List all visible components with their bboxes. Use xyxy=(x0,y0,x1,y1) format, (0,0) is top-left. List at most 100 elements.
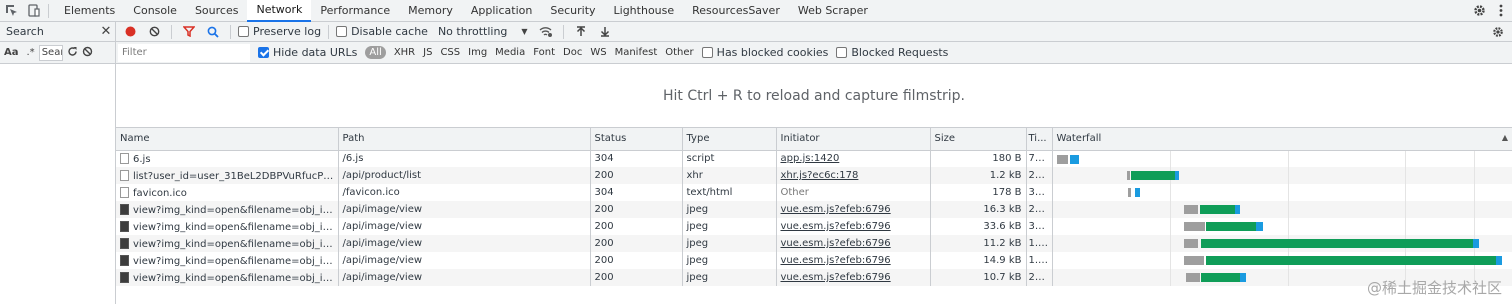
request-time: 25... xyxy=(1026,269,1053,286)
device-toolbar-icon[interactable] xyxy=(22,0,44,22)
column-header-path[interactable]: Path xyxy=(338,128,591,151)
request-initiator[interactable]: vue.esm.js?efeb:6796 xyxy=(781,272,891,283)
filter-type-manifest[interactable]: Manifest xyxy=(615,47,658,58)
filter-type-other[interactable]: Other xyxy=(665,47,693,58)
waterfall-gridline xyxy=(1473,201,1475,218)
tab-console[interactable]: Console xyxy=(124,0,186,22)
devtools-right-controls xyxy=(1468,0,1512,22)
tab-security[interactable]: Security xyxy=(541,0,604,22)
tab-sources[interactable]: Sources xyxy=(186,0,248,22)
clear-icon[interactable] xyxy=(144,22,164,42)
table-header-row: Name Path Status Type Initiator Size Ti.… xyxy=(116,128,1512,151)
table-row[interactable]: view?img_kind=open&filename=obj_imgope..… xyxy=(116,218,1512,235)
request-initiator[interactable]: xhr.js?ec6c:178 xyxy=(781,170,859,181)
request-initiator-cell: vue.esm.js?efeb:6796 xyxy=(776,269,931,286)
request-initiator-cell: xhr.js?ec6c:178 xyxy=(776,167,931,184)
tab-elements[interactable]: Elements xyxy=(55,0,124,22)
filter-icon[interactable] xyxy=(179,22,199,42)
inspect-element-icon[interactable] xyxy=(0,0,22,22)
filter-type-xhr[interactable]: XHR xyxy=(394,47,415,58)
request-type: script xyxy=(682,150,777,167)
filter-type-ws[interactable]: WS xyxy=(590,47,606,58)
throttling-select[interactable]: No throttling ▼ xyxy=(438,25,528,38)
blocked-requests-checkbox[interactable]: Blocked Requests xyxy=(836,46,948,59)
column-header-time[interactable]: Ti... xyxy=(1026,128,1053,151)
hide-data-urls-checkbox[interactable]: Hide data URLs xyxy=(258,46,357,59)
filter-type-font[interactable]: Font xyxy=(533,47,555,58)
request-initiator: Other xyxy=(780,187,809,198)
tab-lighthouse[interactable]: Lighthouse xyxy=(605,0,684,22)
table-row[interactable]: favicon.ico/favicon.ico 304 text/html Other… xyxy=(116,184,1512,201)
search-panel: Search ✕ Aa .* Search xyxy=(0,22,116,304)
request-name-cell[interactable]: 6.js xyxy=(116,150,339,167)
tab-memory[interactable]: Memory xyxy=(399,0,462,22)
request-name-cell[interactable]: view?img_kind=open&filename=obj_imgope..… xyxy=(116,201,339,218)
tab-performance[interactable]: Performance xyxy=(311,0,399,22)
more-options-icon[interactable] xyxy=(1490,0,1512,22)
filter-type-js[interactable]: JS xyxy=(423,47,432,58)
document-file-icon xyxy=(120,152,129,164)
table-row[interactable]: view?img_kind=open&filename=obj_imgope..… xyxy=(116,201,1512,218)
request-initiator[interactable]: vue.esm.js?efeb:6796 xyxy=(781,221,891,232)
checkbox-box[interactable] xyxy=(336,26,348,37)
table-row[interactable]: view?img_kind=open&filename=obj_imgope..… xyxy=(116,269,1512,286)
preserve-log-checkbox[interactable]: Preserve log xyxy=(238,25,321,38)
waterfall-gridline xyxy=(1287,269,1289,286)
table-row[interactable]: list?user_id=user_31BeL2DBPVuRfucP&s_id=… xyxy=(116,167,1512,184)
request-name-cell[interactable]: view?img_kind=open&filename=obj_imgope..… xyxy=(116,235,339,252)
column-header-name[interactable]: Name xyxy=(116,128,339,151)
match-case-toggle[interactable]: Aa xyxy=(4,47,19,58)
record-icon[interactable] xyxy=(120,22,140,42)
request-name-cell[interactable]: favicon.ico xyxy=(116,184,339,201)
checkbox-box-checked[interactable] xyxy=(258,47,269,58)
request-path: /favicon.ico xyxy=(338,184,591,201)
clear-search-icon[interactable] xyxy=(82,46,93,60)
filter-type-media[interactable]: Media xyxy=(495,47,525,58)
tab-application[interactable]: Application xyxy=(462,0,541,22)
request-name-cell[interactable]: list?user_id=user_31BeL2DBPVuRfucP&s_id=… xyxy=(116,167,339,184)
request-name-cell[interactable]: view?img_kind=open&filename=obj_imgope..… xyxy=(116,252,339,269)
request-initiator[interactable]: vue.esm.js?efeb:6796 xyxy=(781,204,891,215)
refresh-icon[interactable] xyxy=(67,46,78,60)
filter-type-img[interactable]: Img xyxy=(468,47,487,58)
column-header-initiator[interactable]: Initiator xyxy=(776,128,931,151)
search-icon[interactable] xyxy=(203,22,223,42)
checkbox-box[interactable] xyxy=(836,47,848,58)
network-settings-gear-icon[interactable] xyxy=(1488,22,1508,42)
filter-input[interactable]: Filter xyxy=(118,43,250,62)
request-initiator[interactable]: app.js:1420 xyxy=(781,153,840,164)
has-blocked-cookies-checkbox[interactable]: Has blocked cookies xyxy=(701,46,828,59)
column-header-waterfall[interactable]: Waterfall ▲ xyxy=(1052,128,1512,151)
search-input[interactable]: Search xyxy=(38,44,63,61)
request-initiator[interactable]: vue.esm.js?efeb:6796 xyxy=(781,238,891,249)
checkbox-box[interactable] xyxy=(238,26,249,37)
toolbar-divider xyxy=(230,24,231,39)
request-initiator[interactable]: vue.esm.js?efeb:6796 xyxy=(781,255,891,266)
blocked-requests-label: Blocked Requests xyxy=(851,46,949,59)
filter-type-all[interactable]: All xyxy=(365,46,386,59)
column-header-type[interactable]: Type xyxy=(682,128,777,151)
column-header-status[interactable]: Status xyxy=(590,128,683,151)
request-path: /api/image/view xyxy=(338,235,591,252)
table-row[interactable]: 6.js/6.js 304 script app.js:1420 180 B 77 ... xyxy=(116,150,1512,167)
table-row[interactable]: view?img_kind=open&filename=obj_imgope..… xyxy=(116,252,1512,269)
disable-cache-checkbox[interactable]: Disable cache xyxy=(336,25,428,38)
request-name-cell[interactable]: view?img_kind=open&filename=obj_imgope..… xyxy=(116,269,339,286)
table-row[interactable]: view?img_kind=open&filename=obj_imgope..… xyxy=(116,235,1512,252)
search-panel-header: Search ✕ xyxy=(0,22,115,42)
waterfall-bar-segment xyxy=(1126,171,1130,180)
gear-icon[interactable] xyxy=(1468,0,1490,22)
tab-resourcessaver[interactable]: ResourcesSaver xyxy=(683,0,789,22)
request-name-cell[interactable]: view?img_kind=open&filename=obj_imgope..… xyxy=(116,218,339,235)
import-har-icon[interactable] xyxy=(571,22,591,42)
close-icon[interactable]: ✕ xyxy=(97,24,115,39)
regex-toggle[interactable]: .* xyxy=(27,47,35,58)
filter-type-doc[interactable]: Doc xyxy=(563,47,582,58)
network-conditions-icon[interactable] xyxy=(536,22,556,42)
checkbox-box[interactable] xyxy=(701,47,713,58)
export-har-icon[interactable] xyxy=(595,22,615,42)
filter-type-css[interactable]: CSS xyxy=(440,47,460,58)
tab-web-scraper[interactable]: Web Scraper xyxy=(789,0,877,22)
column-header-size[interactable]: Size xyxy=(930,128,1027,151)
tab-network[interactable]: Network xyxy=(247,0,312,22)
